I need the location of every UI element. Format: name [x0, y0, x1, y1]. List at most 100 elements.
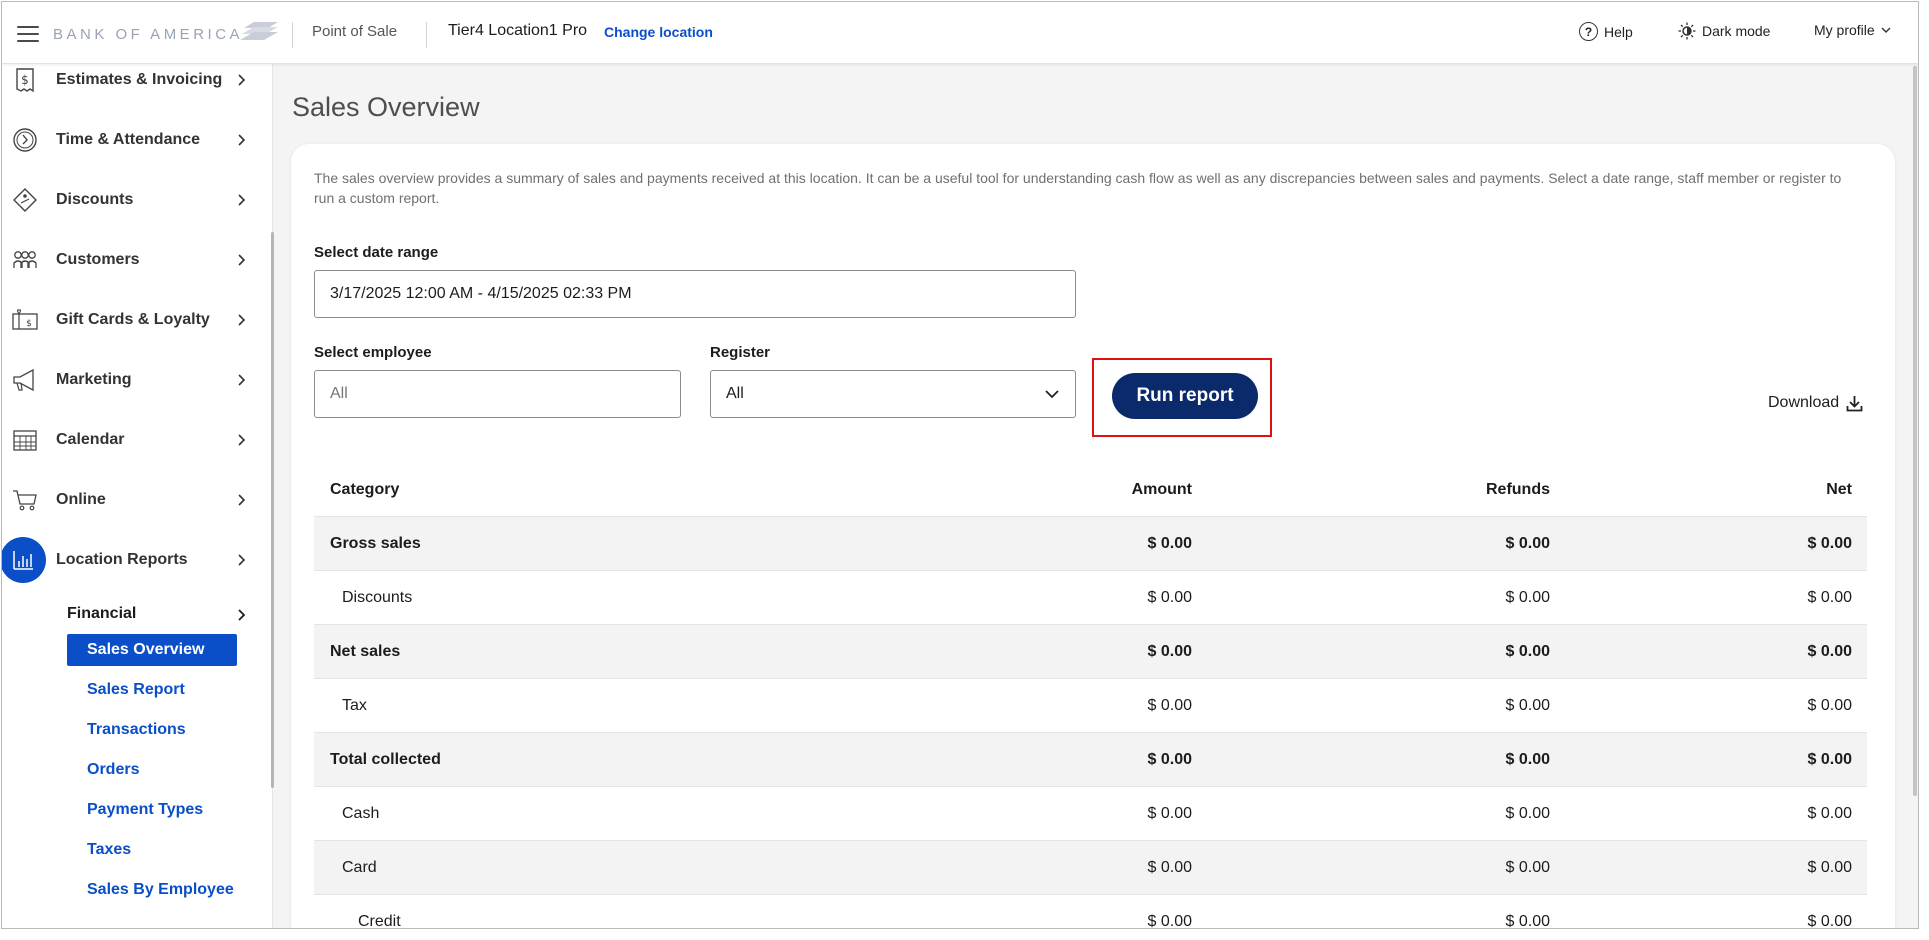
dark-mode-toggle[interactable]: Dark mode — [1678, 22, 1770, 40]
chevron-right-icon — [238, 434, 246, 446]
sidebar-item-online[interactable]: Online — [2, 474, 264, 526]
row-refunds: $ 0.00 — [1505, 535, 1550, 552]
chevron-right-icon — [238, 554, 246, 566]
run-report-button[interactable]: Run report — [1112, 373, 1258, 419]
app-window: BANK OF AMERICA Point of Sale Tier4 Loca… — [1, 1, 1919, 929]
hamburger-menu-icon[interactable] — [17, 26, 39, 42]
download-button[interactable]: Download — [1768, 394, 1863, 412]
sun-icon — [1678, 22, 1696, 40]
date-range-input[interactable]: 3/17/2025 12:00 AM - 4/15/2025 02:33 PM — [314, 270, 1076, 318]
row-category: Net sales — [330, 643, 401, 660]
submenu-item-sales-by-employee[interactable]: Sales By Employee — [67, 874, 237, 906]
submenu-item-sales-report[interactable]: Sales Report — [67, 674, 237, 706]
submenu-item-orders[interactable]: Orders — [67, 754, 237, 786]
row-category: Card — [342, 859, 377, 876]
sidebar-item-label: Gift Cards & Loyalty — [56, 311, 210, 328]
main-scrollbar[interactable] — [1913, 66, 1917, 796]
submenu-item-taxes[interactable]: Taxes — [67, 834, 237, 866]
table-row: Card $ 0.00 $ 0.00 $ 0.00 — [314, 841, 1867, 895]
row-amount: $ 0.00 — [1147, 589, 1192, 606]
chevron-right-icon — [238, 194, 246, 206]
row-amount: $ 0.00 — [1147, 535, 1192, 552]
row-net: $ 0.00 — [1807, 535, 1852, 552]
table-row: Cash $ 0.00 $ 0.00 $ 0.00 — [314, 787, 1867, 841]
row-refunds: $ 0.00 — [1505, 913, 1550, 929]
top-header: BANK OF AMERICA Point of Sale Tier4 Loca… — [2, 2, 1918, 64]
my-profile-menu[interactable]: My profile — [1814, 22, 1891, 38]
product-name: Point of Sale — [312, 23, 398, 40]
sidebar-item-marketing[interactable]: Marketing — [2, 354, 264, 406]
table-row: Net sales $ 0.00 $ 0.00 $ 0.00 — [314, 625, 1867, 679]
help-button[interactable]: ? Help — [1579, 22, 1633, 41]
sidebar-item-label: Discounts — [56, 191, 134, 208]
page-description: The sales overview provides a summary of… — [314, 170, 1842, 206]
column-header-category: Category — [330, 481, 400, 498]
table-header-row: Category Amount Refunds Net — [314, 463, 1867, 517]
sidebar-item-label: Customers — [56, 251, 140, 268]
help-label: Help — [1604, 23, 1633, 40]
people-icon — [13, 251, 37, 268]
table-row: Tax $ 0.00 $ 0.00 $ 0.00 — [314, 679, 1867, 733]
chevron-right-icon — [238, 134, 246, 146]
brand-logo-text: BANK OF AMERICA — [53, 26, 244, 43]
row-refunds: $ 0.00 — [1505, 751, 1550, 768]
chevron-right-icon — [238, 609, 246, 621]
tag-icon — [13, 188, 37, 212]
row-category: Discounts — [342, 589, 413, 606]
submenu-item-sales-overview[interactable]: Sales Overview — [67, 634, 237, 666]
sidebar-item-customers[interactable]: Customers — [2, 234, 264, 286]
chevron-right-icon — [238, 374, 246, 386]
submenu-financial[interactable]: Financial — [67, 605, 136, 623]
employee-input[interactable]: All — [314, 370, 681, 418]
column-header-amount: Amount — [1131, 481, 1192, 498]
sidebar: $ Estimates & Invoicing Time & Attendanc… — [2, 64, 274, 928]
row-amount: $ 0.00 — [1147, 643, 1192, 660]
sidebar-item-time-attendance[interactable]: Time & Attendance — [2, 114, 264, 166]
sales-overview-table: Category Amount Refunds Net Gross sales … — [314, 463, 1867, 929]
sidebar-item-label: Location Reports — [56, 551, 188, 568]
download-icon — [1846, 395, 1863, 411]
clock-icon — [13, 128, 37, 152]
gift-card-icon: $ — [12, 309, 38, 330]
row-refunds: $ 0.00 — [1505, 859, 1550, 876]
sidebar-scrollbar[interactable] — [271, 232, 274, 788]
row-amount: $ 0.00 — [1147, 913, 1192, 929]
row-net: $ 0.00 — [1807, 751, 1852, 768]
sidebar-item-label: Time & Attendance — [56, 131, 201, 148]
submenu-item-transactions[interactable]: Transactions — [67, 714, 237, 746]
row-amount: $ 0.00 — [1147, 805, 1192, 822]
chevron-down-icon — [1045, 390, 1059, 399]
sidebar-item-location-reports[interactable]: Location Reports — [2, 534, 264, 586]
row-category: Cash — [342, 805, 380, 822]
sidebar-item-discounts[interactable]: Discounts — [2, 174, 264, 226]
row-category: Credit — [358, 913, 401, 929]
row-refunds: $ 0.00 — [1505, 643, 1550, 660]
row-net: $ 0.00 — [1807, 805, 1852, 822]
row-amount: $ 0.00 — [1147, 751, 1192, 768]
sidebar-item-label: Online — [56, 491, 106, 508]
row-net: $ 0.00 — [1807, 643, 1852, 660]
row-category: Tax — [342, 697, 367, 714]
change-location-link[interactable]: Change location — [604, 24, 713, 40]
row-category: Total collected — [330, 751, 441, 768]
svg-text:$: $ — [21, 73, 29, 87]
row-amount: $ 0.00 — [1147, 859, 1192, 876]
chevron-down-icon — [1881, 27, 1891, 33]
table-row: Total collected $ 0.00 $ 0.00 $ 0.00 — [314, 733, 1867, 787]
sales-overview-card: The sales overview provides a summary of… — [291, 144, 1895, 929]
profile-label: My profile — [1814, 22, 1875, 38]
current-location: Tier4 Location1 Pro — [448, 22, 588, 39]
chevron-right-icon — [238, 314, 246, 326]
download-label: Download — [1768, 394, 1840, 411]
header-divider — [426, 22, 427, 48]
bar-chart-icon — [2, 537, 46, 583]
chevron-right-icon — [238, 74, 246, 86]
submenu-item-payment-types[interactable]: Payment Types — [67, 794, 237, 826]
sidebar-item-gift-cards-loyalty[interactable]: $ Gift Cards & Loyalty — [2, 294, 264, 346]
table-row: Discounts $ 0.00 $ 0.00 $ 0.00 — [314, 571, 1867, 625]
row-net: $ 0.00 — [1807, 589, 1852, 606]
row-category: Gross sales — [330, 535, 421, 552]
sidebar-item-calendar[interactable]: Calendar — [2, 414, 264, 466]
register-select[interactable]: All — [710, 370, 1076, 418]
column-header-refunds: Refunds — [1486, 481, 1550, 498]
